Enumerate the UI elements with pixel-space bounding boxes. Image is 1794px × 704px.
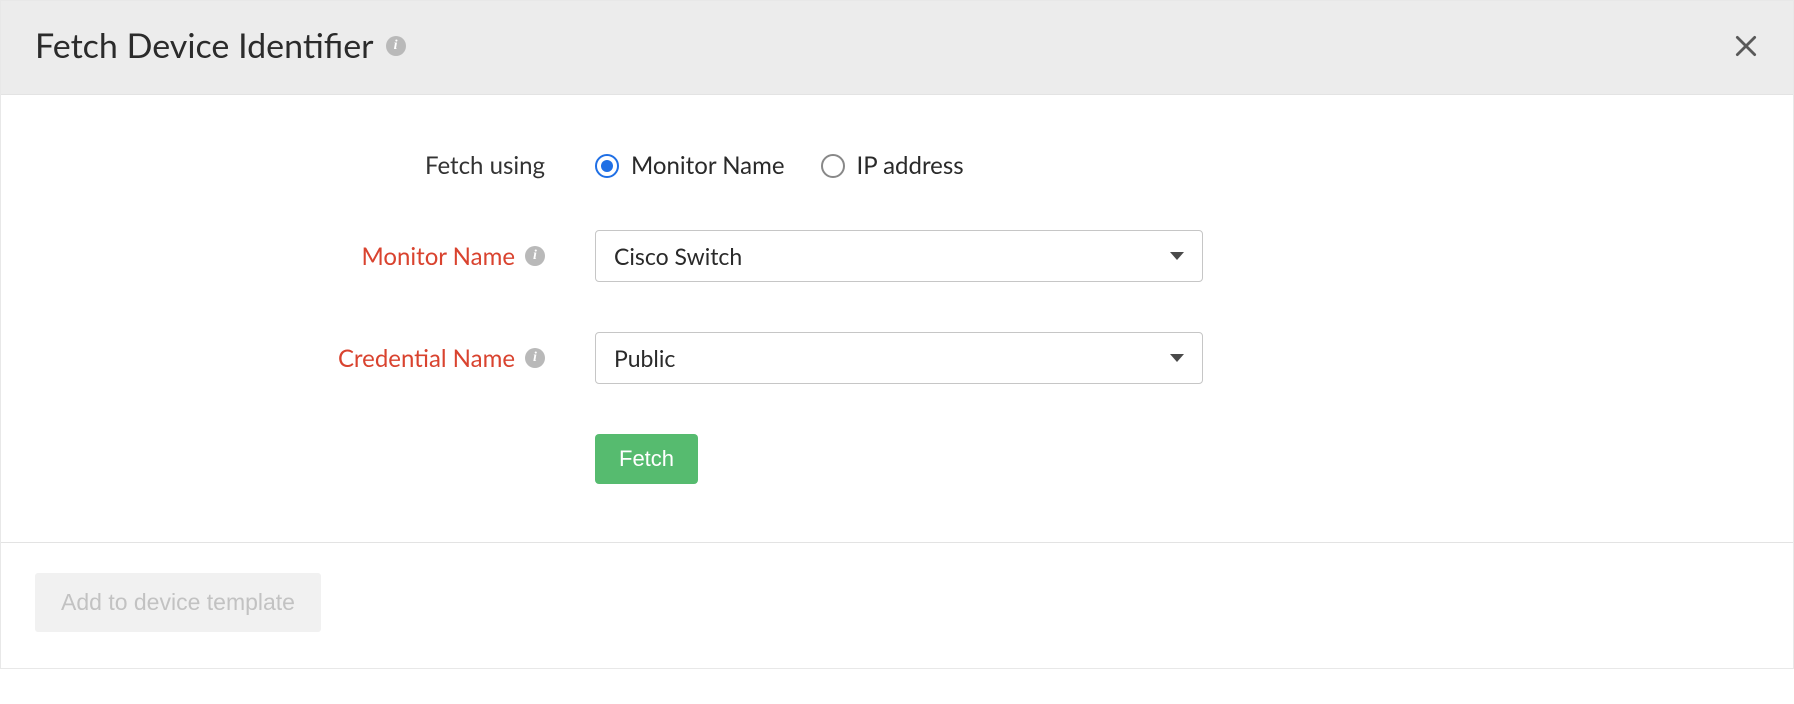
fetch-device-identifier-dialog: Fetch Device Identifier i Fetch using Mo… bbox=[0, 0, 1794, 669]
dialog-header: Fetch Device Identifier i bbox=[1, 1, 1793, 95]
radio-ip-address-indicator bbox=[821, 154, 845, 178]
dialog-title-text: Fetch Device Identifier bbox=[35, 25, 374, 66]
field-monitor-name: Cisco Switch bbox=[595, 230, 1759, 282]
info-icon[interactable]: i bbox=[386, 36, 406, 56]
row-credential-name: Credential Name i Public bbox=[35, 332, 1759, 384]
label-credential-name: Credential Name i bbox=[35, 344, 595, 373]
label-fetch-using: Fetch using bbox=[35, 151, 595, 180]
radio-monitor-name-label: Monitor Name bbox=[631, 151, 785, 180]
row-monitor-name: Monitor Name i Cisco Switch bbox=[35, 230, 1759, 282]
field-fetch-button: Fetch bbox=[595, 434, 1759, 484]
label-monitor-name: Monitor Name i bbox=[35, 242, 595, 271]
chevron-down-icon bbox=[1170, 252, 1184, 260]
info-icon[interactable]: i bbox=[525, 348, 545, 368]
field-fetch-using: Monitor Name IP address bbox=[595, 151, 1759, 180]
row-fetch-using: Fetch using Monitor Name IP address bbox=[35, 151, 1759, 180]
field-credential-name: Public bbox=[595, 332, 1759, 384]
radio-ip-address[interactable]: IP address bbox=[821, 151, 964, 180]
dialog-footer: Add to device template bbox=[1, 542, 1793, 668]
dialog-body: Fetch using Monitor Name IP address Moni… bbox=[1, 95, 1793, 542]
radio-monitor-name[interactable]: Monitor Name bbox=[595, 151, 785, 180]
label-fetch-using-text: Fetch using bbox=[425, 151, 545, 180]
label-monitor-name-text: Monitor Name bbox=[361, 242, 515, 271]
dialog-title: Fetch Device Identifier i bbox=[35, 25, 406, 66]
add-to-device-template-button: Add to device template bbox=[35, 573, 321, 632]
radio-monitor-name-indicator bbox=[595, 154, 619, 178]
fetch-button[interactable]: Fetch bbox=[595, 434, 698, 484]
select-credential-name-value: Public bbox=[614, 344, 675, 372]
select-credential-name[interactable]: Public bbox=[595, 332, 1203, 384]
select-monitor-name[interactable]: Cisco Switch bbox=[595, 230, 1203, 282]
info-icon[interactable]: i bbox=[525, 246, 545, 266]
select-monitor-name-value: Cisco Switch bbox=[614, 242, 742, 270]
row-fetch-button: Fetch bbox=[35, 434, 1759, 484]
label-credential-name-text: Credential Name bbox=[338, 344, 515, 373]
chevron-down-icon bbox=[1170, 354, 1184, 362]
radio-ip-address-label: IP address bbox=[857, 151, 964, 180]
close-icon[interactable] bbox=[1733, 33, 1759, 59]
